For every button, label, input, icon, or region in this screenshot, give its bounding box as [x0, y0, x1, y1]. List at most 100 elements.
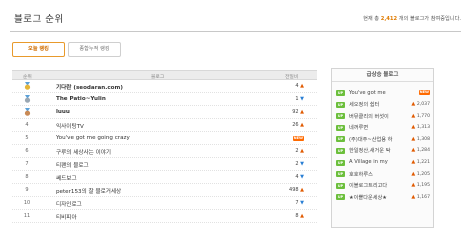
header-divider: [10, 31, 461, 32]
rise-value: ▲ 1,221: [411, 159, 430, 165]
rank-cell: 4: [22, 122, 32, 128]
up-badge: UP: [336, 194, 345, 201]
rank-change: 2 ▲: [282, 148, 304, 154]
rising-blog-item[interactable]: UP 버뮤클리의 버섯이 ▲ 1,770: [336, 111, 432, 123]
rising-blog-item[interactable]: UP ★이쁠다운세상★ ▲ 1,167: [336, 192, 432, 204]
rank-number: 11: [23, 213, 31, 219]
new-badge-label: NEW: [418, 89, 430, 95]
table-row[interactable]: 9 peter153의 잘 블로거세상 498 ▲: [12, 184, 317, 197]
ranking-table: 순위 블로그 전일비 기다란 (seodaran.com) 4 ▲ The Pati…: [12, 70, 317, 223]
rank-change: 7 ▼: [282, 200, 304, 206]
arrow-up-icon: ▲: [298, 187, 304, 193]
rising-blog-item[interactable]: UP 호호하루스 ▲ 1,205: [336, 169, 432, 181]
arrow-down-icon: ▼: [298, 174, 304, 180]
tab-today-ranking[interactable]: 오늘 랭킹: [12, 42, 65, 57]
blog-name-link[interactable]: 구루의 세상사는 이야기: [56, 148, 111, 156]
rise-number: 1,284: [416, 148, 430, 154]
rising-blogs-list: UP You've got me NEW UP 세오정의 쉼터 ▲ 2,037 UP 버뮤클리…: [336, 88, 432, 204]
blog-name-link[interactable]: You've got me going crazy: [56, 135, 130, 141]
arrow-down-icon: ▼: [298, 161, 304, 167]
rank-number: 7: [25, 161, 29, 167]
up-badge: UP: [336, 124, 345, 131]
rank-number: 8: [25, 174, 29, 180]
rank-change: 92 ▲: [282, 109, 304, 115]
rank-cell: 10: [22, 200, 32, 206]
rank-number: 4: [25, 122, 29, 128]
arrow-up-icon: ▲: [298, 148, 304, 154]
rank-change: 4 ▲: [282, 83, 304, 89]
blog-name-link[interactable]: 쎄드보그: [56, 174, 77, 182]
rank-change: 26 ▲: [282, 122, 304, 128]
table-row[interactable]: 4 익사이팅TV 26 ▲: [12, 119, 317, 132]
up-badge: UP: [336, 182, 345, 189]
rise-number: 1,308: [416, 136, 430, 142]
new-badge: NEW: [418, 89, 430, 95]
column-rank: 순위: [23, 75, 32, 80]
table-row[interactable]: 5 You've got me going crazy NEW: [12, 132, 317, 145]
page-header: 블로그 순위 현재 총 2,412 개의 블로그가 참여중입니다.: [14, 11, 461, 27]
rising-blog-item[interactable]: UP You've got me NEW: [336, 88, 432, 100]
table-row[interactable]: luuu 92 ▲: [12, 106, 317, 119]
blog-name-link[interactable]: 익사이팅TV: [56, 122, 84, 130]
rising-blog-item[interactable]: UP 세오정의 쉼터 ▲ 2,037: [336, 100, 432, 112]
table-row[interactable]: 6 구루의 세상사는 이야기 2 ▲: [12, 145, 317, 158]
table-row[interactable]: 7 티팬의 블로그 2 ▼: [12, 158, 317, 171]
rank-cell: 9: [22, 187, 32, 193]
blog-name-link[interactable]: 기다란 (seodaran.com): [56, 83, 123, 91]
table-header: 순위 블로그 전일비: [12, 70, 317, 80]
rise-number: 1,313: [416, 125, 430, 131]
rise-value: ▲ 1,167: [411, 194, 430, 200]
rank-change: 2 ▼: [282, 161, 304, 167]
blog-name-link[interactable]: 디자인로그: [56, 200, 82, 208]
rise-number: 1,770: [416, 113, 430, 119]
medal-icon: [24, 95, 31, 103]
up-badge: UP: [336, 159, 345, 166]
page-title: 블로그 순위: [14, 14, 64, 25]
arrow-down-icon: ▼: [298, 200, 304, 206]
rising-blog-name[interactable]: You've got me: [349, 90, 403, 96]
rising-blog-name[interactable]: ★이쁠다운세상★: [349, 194, 403, 201]
arrow-up-icon: ▲: [298, 83, 304, 89]
rise-value: ▲ 1,205: [411, 171, 430, 177]
table-row[interactable]: The Patio~Yulin 1 ▼: [12, 93, 317, 106]
rising-blog-item[interactable]: UP 이블로그트리고다 ▲ 1,195: [336, 181, 432, 193]
rise-value: ▲ 1,313: [411, 124, 430, 130]
rising-blog-name[interactable]: 호호하루스: [349, 171, 403, 178]
blog-name-link[interactable]: luuu: [56, 109, 70, 115]
rank-number: 9: [25, 187, 29, 193]
rising-blog-name[interactable]: 이블로그트리고다: [349, 182, 403, 189]
table-row[interactable]: 11 티비피아 8 ▲: [12, 210, 317, 223]
rank-number: 10: [23, 200, 31, 206]
rank-change: 498 ▲: [282, 187, 304, 193]
rising-blog-name[interactable]: 버뮤클리의 버섯이: [349, 113, 403, 120]
table-row[interactable]: 기다란 (seodaran.com) 4 ▲: [12, 80, 317, 93]
blog-name-link[interactable]: 티비피아: [56, 213, 77, 221]
tab-cumulative-ranking[interactable]: 종합누적 랭킹: [68, 42, 121, 57]
rising-blog-item[interactable]: UP 한일정산,새거운 탁 ▲ 1,284: [336, 146, 432, 158]
rank-change: NEW: [282, 135, 304, 141]
rising-blogs-box: 급상승 블로그 UP You've got me NEW UP 세오정의 쉼터 ▲ 2,0…: [331, 68, 434, 228]
rising-blog-item[interactable]: UP (주)대주~산업용 하 ▲ 1,308: [336, 134, 432, 146]
rising-blog-name[interactable]: A Village in my: [349, 159, 403, 165]
rising-blog-name[interactable]: 한일정산,새거운 탁: [349, 147, 403, 154]
table-row[interactable]: 8 쎄드보그 4 ▼: [12, 171, 317, 184]
medal-icon: [24, 82, 31, 90]
blog-name-link[interactable]: The Patio~Yulin: [56, 96, 106, 102]
up-badge: UP: [336, 171, 345, 178]
rising-blog-item[interactable]: UP A Village in my ▲ 1,221: [336, 158, 432, 170]
up-badge: UP: [336, 101, 345, 108]
rank-cell: [22, 95, 32, 106]
blog-name-link[interactable]: 티팬의 블로그: [56, 161, 89, 169]
summary-prefix: 현재 총: [363, 16, 380, 22]
rise-value: ▲ 1,770: [411, 113, 430, 119]
rising-blog-name[interactable]: 세오정의 쉼터: [349, 101, 403, 108]
rising-blog-item[interactable]: UP 네꺼루면 ▲ 1,313: [336, 123, 432, 135]
rising-blog-name[interactable]: (주)대주~산업용 하: [349, 136, 403, 143]
rank-cell: 5: [22, 135, 32, 141]
blog-name-link[interactable]: peter153의 잘 블로거세상: [56, 187, 121, 195]
rank-number: 5: [25, 135, 29, 141]
rising-blog-name[interactable]: 네꺼루면: [349, 124, 403, 131]
medal-icon: [24, 108, 31, 116]
rise-number: 2,037: [416, 102, 430, 108]
table-row[interactable]: 10 디자인로그 7 ▼: [12, 197, 317, 210]
